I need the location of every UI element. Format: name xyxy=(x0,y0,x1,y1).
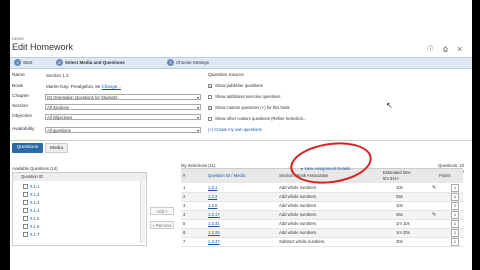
table-row[interactable]: 5 1.3.31 Add whole numbers. 1m 10s 1 xyxy=(181,220,463,229)
chapter-select[interactable]: (0) Orientation Questions for Students ▾ xyxy=(45,94,201,100)
list-item[interactable]: 0.1.7 xyxy=(23,232,39,238)
checkbox[interactable] xyxy=(208,94,212,99)
option-publisher[interactable]: Show publisher questions xyxy=(208,83,263,88)
header-time-total: 5m 51s+ xyxy=(383,176,400,181)
chapter-label: Chapter xyxy=(12,94,30,99)
checkbox[interactable] xyxy=(208,83,212,88)
objective-label: Objective xyxy=(12,114,32,119)
table-row[interactable]: 1 1.3.1 Add whole numbers. 10s 1 xyxy=(181,184,463,193)
list-item[interactable]: 0.1.4 xyxy=(23,208,39,214)
header-points: Points xyxy=(439,173,451,178)
section-select[interactable]: All Sections ▾ xyxy=(45,104,201,110)
pencil-icon[interactable]: ✎ xyxy=(432,212,436,218)
list-item[interactable]: 0.1.1 xyxy=(23,184,39,190)
table-row[interactable]: 3 1.3.5 Add whole numbers. 10s 1 xyxy=(181,202,463,211)
close-icon[interactable]: ✕ xyxy=(457,47,466,53)
scrollbar[interactable] xyxy=(140,181,145,243)
table-row[interactable]: 6 1.3.25 Add whole numbers. 1m 20s 1 xyxy=(181,229,463,238)
available-questions-title: Available Questions (14) xyxy=(12,166,58,171)
mouse-cursor-icon: ↖ xyxy=(386,101,393,110)
create-question-link[interactable]: (+) Create my own questions xyxy=(208,127,262,132)
checkbox[interactable] xyxy=(208,116,212,121)
chevron-down-icon: ▾ xyxy=(196,105,199,110)
availability-select[interactable]: All questions ▾ xyxy=(45,127,201,133)
divider xyxy=(10,140,472,141)
chevron-down-icon: ▾ xyxy=(196,95,199,100)
info-icon[interactable]: ⓘ xyxy=(427,47,437,53)
name-label: Name xyxy=(12,73,25,78)
chevron-down-icon: ▾ xyxy=(196,115,199,120)
book-value: Martin-Gay: Prealgebra, 8e Change... xyxy=(46,84,122,89)
right-border xyxy=(472,0,480,270)
left-border xyxy=(0,0,10,270)
add-button[interactable]: Add » xyxy=(150,207,174,215)
questions-button[interactable]: Questions xyxy=(12,143,43,153)
screen: DEMO Edit Homework ⓘ ⎙ ✕ 1 Start 2 Select … xyxy=(0,0,480,270)
table-row[interactable]: 7 1.3.47 Subtract whole numbers. 30s 1 xyxy=(181,238,463,247)
section-label: Section xyxy=(12,104,28,109)
objective-select[interactable]: All Objectives ▾ xyxy=(45,114,201,120)
media-button[interactable]: Media xyxy=(45,143,68,153)
table-row[interactable]: 2 1.3.3 Add whole numbers. 25s 1 xyxy=(181,193,463,202)
table-row[interactable]: 4 1.3.17 Add whole numbers. 45s 1 xyxy=(181,211,463,220)
book-label: Book xyxy=(12,84,23,89)
option-additional[interactable]: Show additional exercise questions xyxy=(208,94,280,99)
wizard-tabs: 1 Start 2 Select Media and Questions 3 Choo… xyxy=(10,57,472,69)
option-custom-book[interactable]: Show custom questions (+) for this book xyxy=(208,105,290,110)
list-item[interactable]: 0.1.5 xyxy=(23,216,39,222)
list-item[interactable]: 0.1.6 xyxy=(23,224,39,230)
name-value: Section 1.3 xyxy=(46,73,69,78)
list-item[interactable]: 0.1.3 xyxy=(23,200,39,206)
pencil-icon[interactable]: ✎ xyxy=(432,185,436,191)
list-item[interactable]: 0.1.2 xyxy=(23,192,39,198)
course-label: DEMO xyxy=(12,36,24,41)
print-icon[interactable]: ⎙ xyxy=(443,47,452,53)
remove-button[interactable]: « Remove xyxy=(150,221,174,229)
tab-select-media[interactable]: 2 Select Media and Questions xyxy=(56,59,125,66)
window-icons[interactable]: ⓘ ⎙ ✕ xyxy=(427,44,466,54)
option-other-custom[interactable]: Show other custom questions (Refine Sele… xyxy=(208,116,306,121)
question-source-title: Question Source xyxy=(208,73,244,78)
availability-label: Availability xyxy=(12,127,35,132)
change-book-link[interactable]: Change... xyxy=(102,84,122,89)
page-title: Edit Homework xyxy=(12,42,74,52)
tab-start[interactable]: 1 Start xyxy=(14,59,33,66)
checkbox[interactable] xyxy=(208,105,212,110)
chevron-down-icon: ▾ xyxy=(196,128,199,133)
tab-choose-settings[interactable]: 3 Choose Settings xyxy=(167,59,209,66)
header-question-id[interactable]: Question ID / Media xyxy=(208,173,245,178)
available-list-header: Question ID xyxy=(13,173,146,181)
header-estimated-time: Estimated time xyxy=(383,170,411,175)
available-questions-list: Question ID 0.1.1 0.1.2 0.1.3 0.1.4 0.1.… xyxy=(12,172,147,246)
header-hash: # xyxy=(183,173,186,178)
